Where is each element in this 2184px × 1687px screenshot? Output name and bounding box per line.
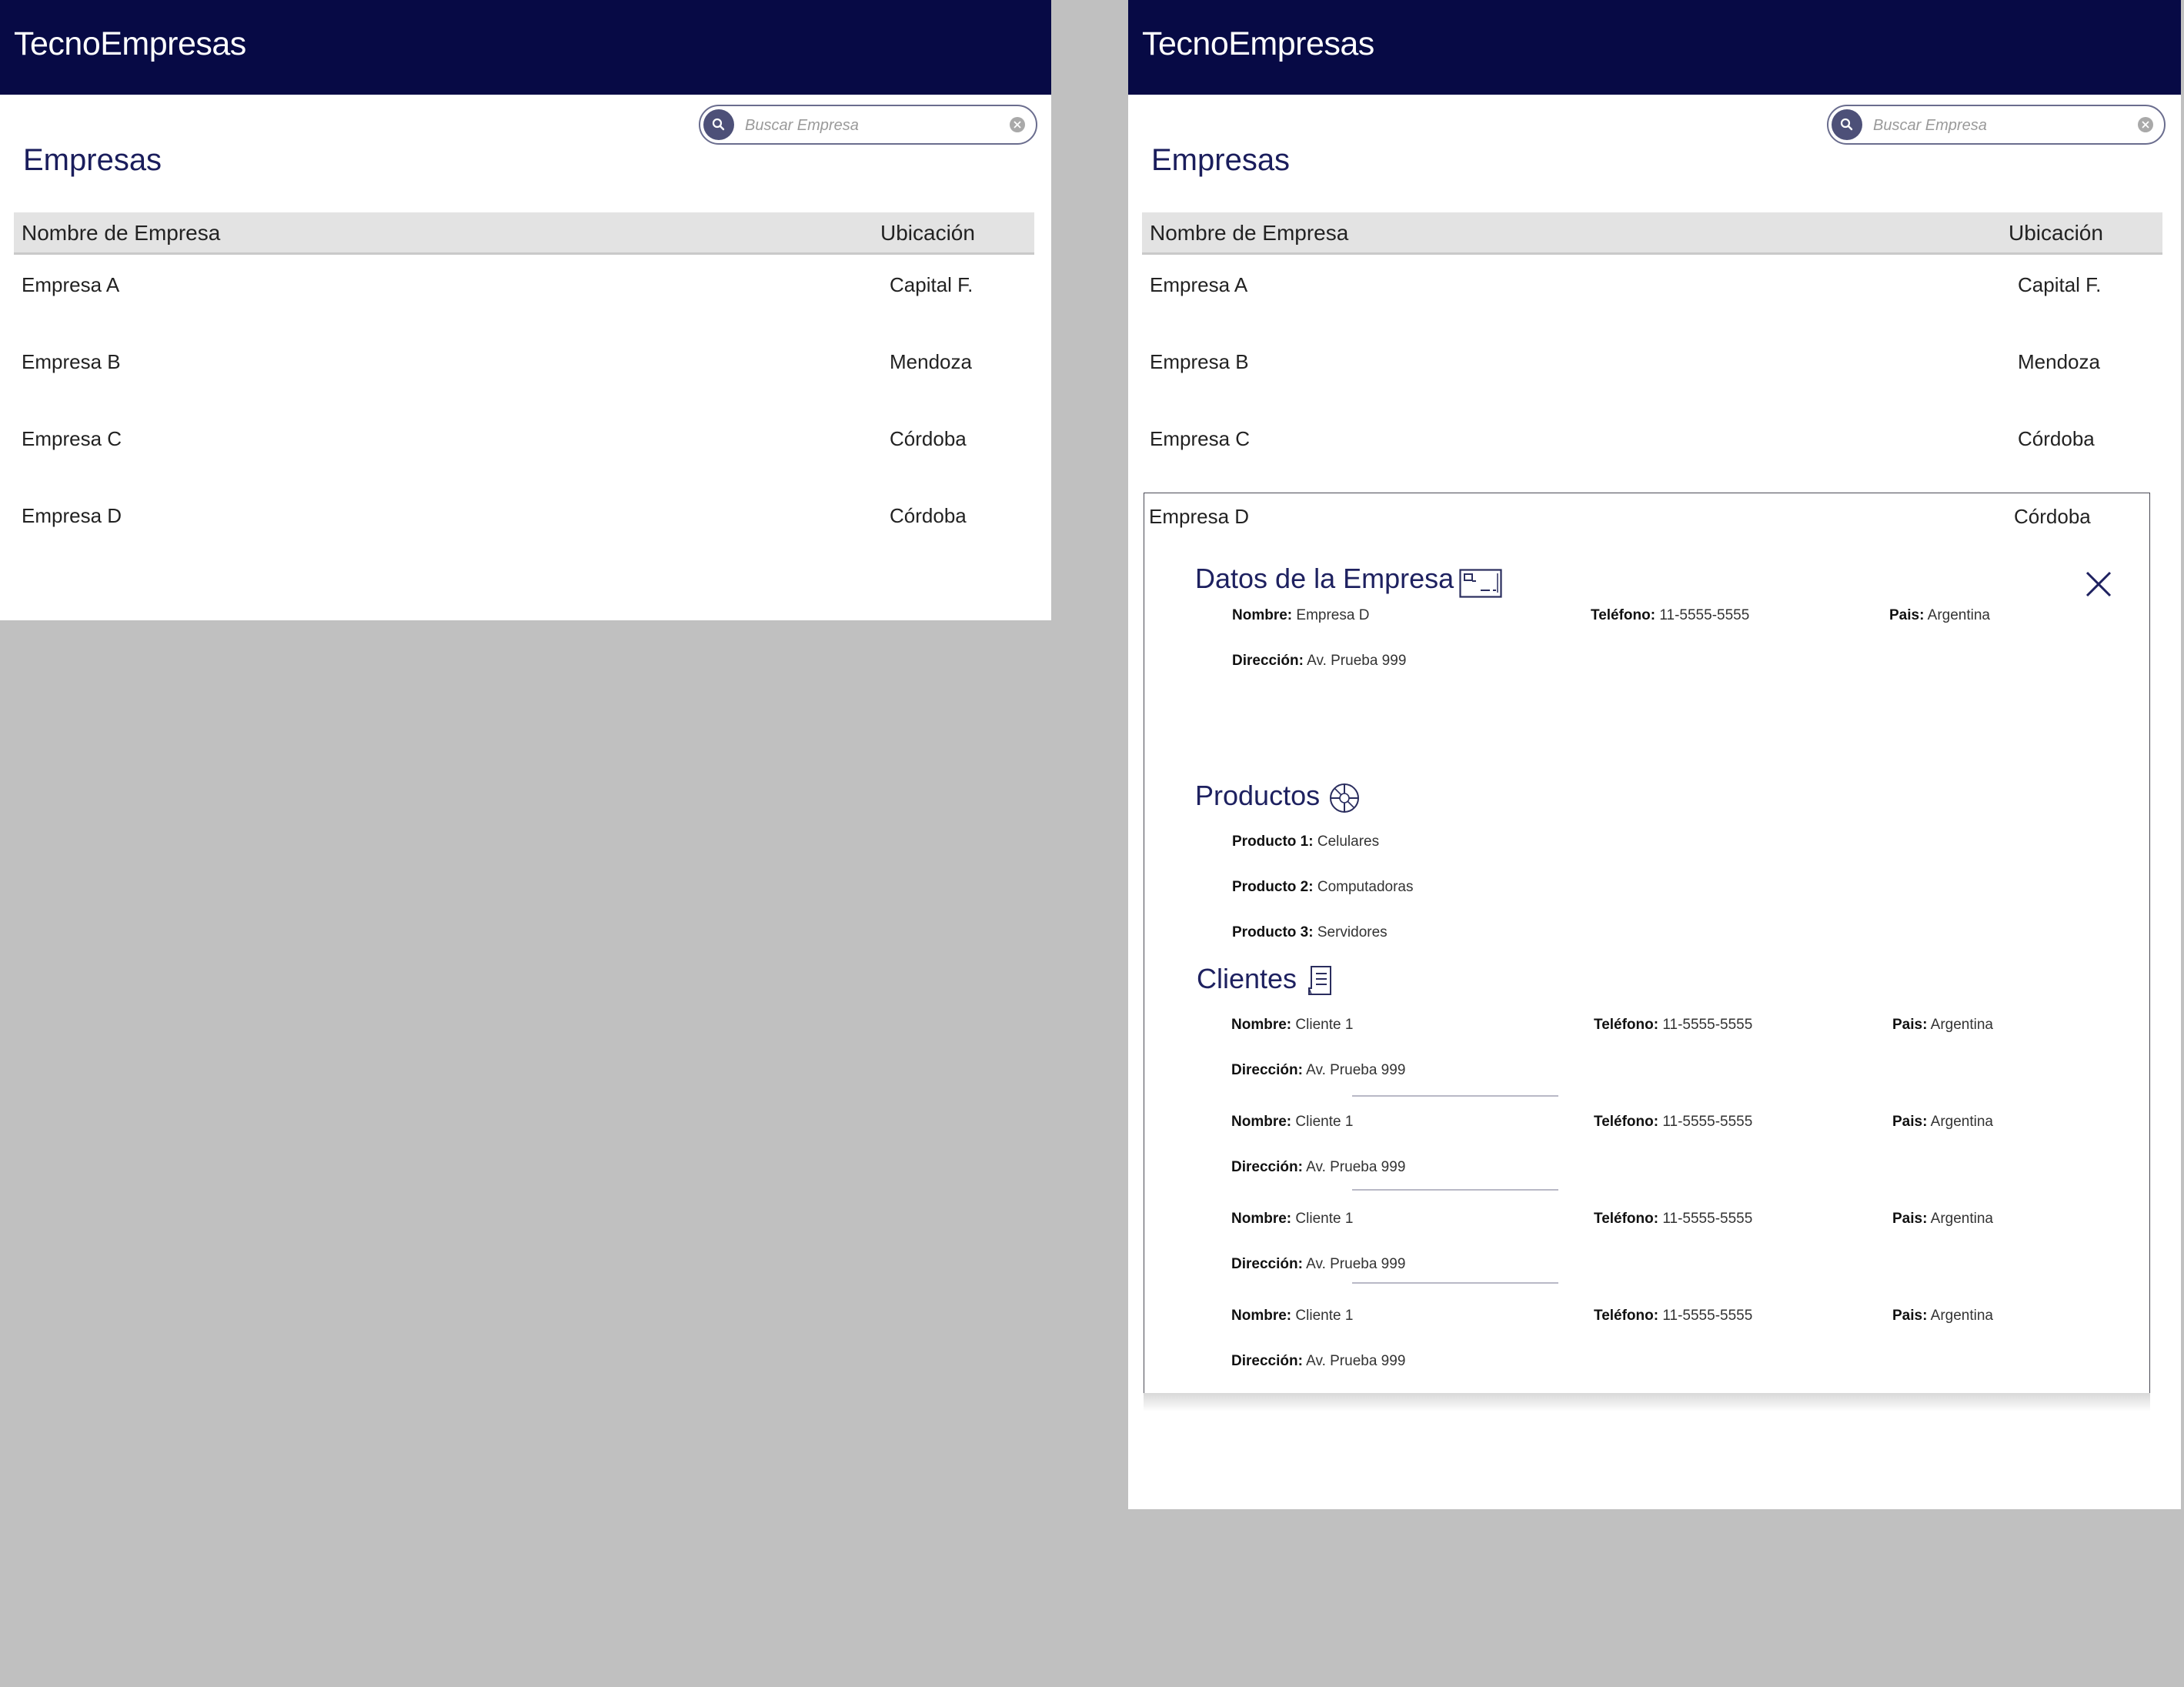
table-header: Nombre de Empresa Ubicación bbox=[1142, 212, 2162, 255]
client-phone-field: Teléfono: 11-5555-5555 bbox=[1594, 1017, 1753, 1033]
search-box bbox=[699, 105, 1037, 145]
document-icon bbox=[1308, 966, 1331, 995]
company-location: Córdoba bbox=[890, 504, 967, 527]
client-name-field: Nombre: Cliente 1 bbox=[1231, 1114, 1354, 1130]
company-address-field: Dirección: Av. Prueba 999 bbox=[1232, 653, 1407, 669]
search-icon bbox=[1840, 118, 1853, 131]
app-title: TecnoEmpresas bbox=[14, 25, 246, 62]
detail-card-shadow bbox=[1144, 1393, 2150, 1411]
client-address-field: Dirección: Av. Prueba 999 bbox=[1231, 1353, 1406, 1369]
company-name: Empresa C bbox=[1150, 427, 1251, 450]
client-address-field: Dirección: Av. Prueba 999 bbox=[1231, 1256, 1406, 1272]
company-phone-field: Teléfono: 11-5555-5555 bbox=[1591, 607, 1750, 623]
client-country-field: Pais: Argentina bbox=[1892, 1211, 1993, 1227]
table-row[interactable]: Empresa B Mendoza bbox=[1142, 339, 2162, 385]
product-item: Producto 2: Computadoras bbox=[1232, 879, 1414, 895]
company-name: Empresa B bbox=[1150, 350, 1249, 373]
company-list-screen: TecnoEmpresas Empresas Nombre de Empresa… bbox=[0, 0, 1051, 620]
products-title: Productos bbox=[1195, 780, 1321, 811]
table-row[interactable]: Empresa B Mendoza bbox=[14, 339, 1034, 385]
client-divider bbox=[1352, 1189, 1558, 1191]
client-country-field: Pais: Argentina bbox=[1892, 1308, 1993, 1324]
clear-search-button[interactable] bbox=[1010, 117, 1025, 132]
table-row[interactable]: Empresa A Capital F. bbox=[1142, 262, 2162, 308]
search-box bbox=[1827, 105, 2166, 145]
close-icon bbox=[2142, 121, 2149, 129]
company-data-title: Datos de la Empresa bbox=[1195, 563, 1454, 594]
company-name: Empresa D bbox=[22, 504, 122, 527]
company-location: Córdoba bbox=[2014, 505, 2091, 528]
search-input[interactable] bbox=[1872, 111, 2121, 140]
close-icon bbox=[1014, 121, 1021, 129]
company-location: Córdoba bbox=[2018, 427, 2095, 450]
client-divider bbox=[1352, 1282, 1558, 1284]
client-address-field: Dirección: Av. Prueba 999 bbox=[1231, 1062, 1406, 1078]
product-item: Producto 1: Celulares bbox=[1232, 833, 1380, 850]
page-title: Empresas bbox=[1151, 143, 1291, 177]
company-name-field: Nombre: Empresa D bbox=[1232, 607, 1370, 623]
client-address-field: Dirección: Av. Prueba 999 bbox=[1231, 1159, 1406, 1175]
page-title: Empresas bbox=[23, 143, 162, 177]
search-button[interactable] bbox=[1832, 109, 1862, 140]
column-header-location[interactable]: Ubicación bbox=[2009, 212, 2103, 254]
client-name-field: Nombre: Cliente 1 bbox=[1231, 1017, 1354, 1033]
app-header: TecnoEmpresas bbox=[0, 0, 1051, 95]
clear-search-button[interactable] bbox=[2138, 117, 2153, 132]
client-country-field: Pais: Argentina bbox=[1892, 1114, 1993, 1130]
clients-title: Clientes bbox=[1197, 963, 1297, 994]
table-row[interactable]: Empresa A Capital F. bbox=[14, 262, 1034, 308]
column-header-name[interactable]: Nombre de Empresa bbox=[1150, 212, 1348, 254]
close-icon[interactable] bbox=[2085, 570, 2112, 598]
app-header: TecnoEmpresas bbox=[1128, 0, 2181, 95]
company-country-field: Pais: Argentina bbox=[1889, 607, 1990, 623]
column-header-name[interactable]: Nombre de Empresa bbox=[22, 212, 220, 254]
company-location: Mendoza bbox=[890, 350, 972, 373]
search-input[interactable] bbox=[743, 111, 993, 140]
app-title: TecnoEmpresas bbox=[1142, 25, 1374, 62]
table-row[interactable]: Empresa C Córdoba bbox=[1142, 416, 2162, 462]
company-detail-screen: TecnoEmpresas Empresas Nombre de Empresa… bbox=[1128, 0, 2181, 1509]
column-header-location[interactable]: Ubicación bbox=[880, 212, 975, 254]
table-row-expanded[interactable]: Empresa D Córdoba bbox=[1144, 493, 2145, 540]
table-header: Nombre de Empresa Ubicación bbox=[14, 212, 1034, 255]
table-row[interactable]: Empresa C Córdoba bbox=[14, 416, 1034, 462]
client-phone-field: Teléfono: 11-5555-5555 bbox=[1594, 1211, 1753, 1227]
client-country-field: Pais: Argentina bbox=[1892, 1017, 1993, 1033]
client-name-field: Nombre: Cliente 1 bbox=[1231, 1308, 1354, 1324]
company-name: Empresa B bbox=[22, 350, 121, 373]
company-location: Capital F. bbox=[890, 273, 973, 296]
company-name: Empresa D bbox=[1149, 505, 1250, 528]
company-location: Mendoza bbox=[2018, 350, 2100, 373]
search-icon bbox=[712, 118, 725, 131]
client-name-field: Nombre: Cliente 1 bbox=[1231, 1211, 1354, 1227]
company-detail-card: Empresa D Córdoba Datos de la Empresa No… bbox=[1144, 493, 2150, 1393]
company-location: Córdoba bbox=[890, 427, 967, 450]
client-divider bbox=[1352, 1095, 1558, 1097]
company-name: Empresa A bbox=[1150, 273, 1248, 296]
company-name: Empresa C bbox=[22, 427, 122, 450]
product-item: Producto 3: Servidores bbox=[1232, 924, 1388, 940]
client-phone-field: Teléfono: 11-5555-5555 bbox=[1594, 1114, 1753, 1130]
table-row[interactable]: Empresa D Córdoba bbox=[14, 493, 1034, 539]
company-location: Capital F. bbox=[2018, 273, 2102, 296]
search-button[interactable] bbox=[703, 109, 734, 140]
client-phone-field: Teléfono: 11-5555-5555 bbox=[1594, 1308, 1753, 1324]
id-card-icon bbox=[1459, 569, 1502, 598]
pie-chart-icon bbox=[1330, 783, 1359, 813]
company-name: Empresa A bbox=[22, 273, 120, 296]
